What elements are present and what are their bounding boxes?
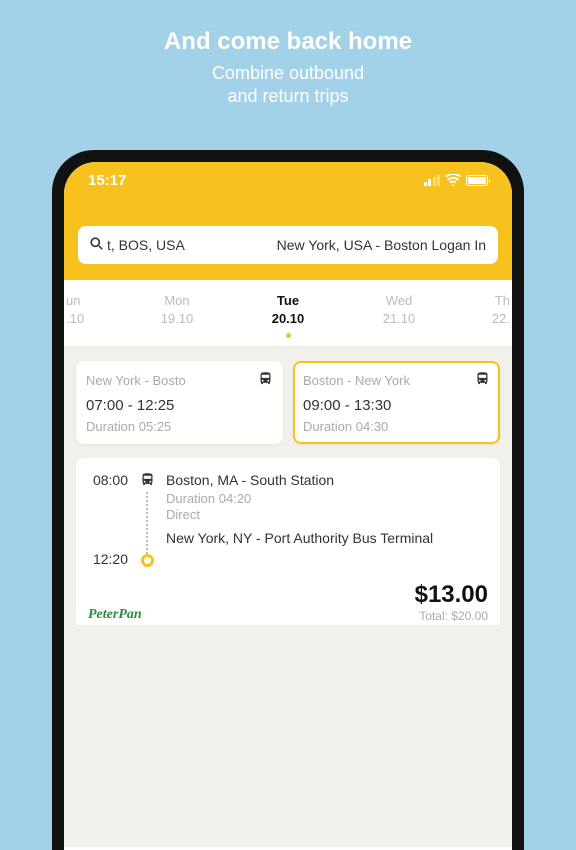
price: $13.00 [415, 581, 488, 609]
trip-info: Boston, MA - South Station Duration 04:2… [166, 472, 488, 549]
battery-icon [466, 175, 488, 186]
signal-icon [424, 175, 441, 186]
trip-time: 09:00 - 13:30 [303, 397, 490, 414]
outbound-card[interactable]: New York - Bosto 07:00 - 12:25 Duration … [76, 361, 283, 444]
total-price: Total: $20.00 [415, 609, 488, 623]
content-area: New York - Bosto 07:00 - 12:25 Duration … [64, 347, 512, 847]
search-origin: t, BOS, USA [107, 237, 185, 253]
carrier-logo: PeterPan [88, 607, 142, 623]
date-selector[interactable]: un .10 Mon 19.10 Tue 20.10 Wed 21.10 Th … [64, 280, 512, 347]
date-item-active[interactable]: Tue 20.10 [233, 292, 344, 338]
header: t, BOS, USA New York, USA - Boston Logan… [64, 198, 512, 280]
bus-icon [258, 371, 273, 390]
timeline [138, 472, 156, 567]
depart-time: 08:00 [88, 472, 128, 488]
arrive-station: New York, NY - Port Authority Bus Termin… [166, 530, 488, 546]
price-row: PeterPan $13.00 Total: $20.00 [88, 581, 488, 625]
arrive-time: 12:20 [88, 551, 128, 567]
status-bar: 15:17 [64, 162, 512, 198]
result-duration: Duration 04:20 [166, 491, 488, 506]
trip-duration: Duration 05:25 [86, 419, 273, 434]
app-screen: 15:17 t, BOS, USA New York, USA - Boston… [64, 162, 512, 850]
result-direct: Direct [166, 507, 488, 522]
return-card-selected[interactable]: Boston - New York 09:00 - 13:30 Duration… [293, 361, 500, 444]
search-destination: New York, USA - Boston Logan In [189, 237, 486, 253]
trip-route-label: Boston - New York [303, 373, 410, 388]
depart-station: Boston, MA - South Station [166, 472, 488, 488]
trip-result-card[interactable]: 08:00 Boston, MA - South Station Duratio… [76, 458, 500, 625]
wifi-icon [445, 174, 461, 186]
date-item[interactable]: Th 22. [455, 292, 513, 338]
date-item[interactable]: Wed 21.10 [344, 292, 455, 338]
trip-route-label: New York - Bosto [86, 373, 186, 388]
arrival-dot-icon [141, 554, 154, 567]
trip-duration: Duration 04:30 [303, 419, 490, 434]
bus-icon [475, 371, 490, 390]
date-item[interactable]: un .10 [64, 292, 122, 338]
status-icons [424, 174, 489, 186]
date-item[interactable]: Mon 19.10 [122, 292, 233, 338]
device-frame: 15:17 t, BOS, USA New York, USA - Boston… [52, 150, 524, 850]
status-time: 15:17 [88, 172, 126, 189]
search-bar[interactable]: t, BOS, USA New York, USA - Boston Logan… [78, 226, 498, 264]
bus-icon [140, 472, 155, 492]
trip-time: 07:00 - 12:25 [86, 397, 273, 414]
search-icon [90, 237, 103, 253]
date-indicator-dot [286, 333, 291, 338]
promo-title: And come back home [0, 28, 576, 56]
promo-banner: And come back home Combine outbound and … [0, 0, 576, 127]
promo-subtitle: Combine outbound and return trips [0, 62, 576, 109]
trip-direction-cards: New York - Bosto 07:00 - 12:25 Duration … [76, 361, 500, 444]
